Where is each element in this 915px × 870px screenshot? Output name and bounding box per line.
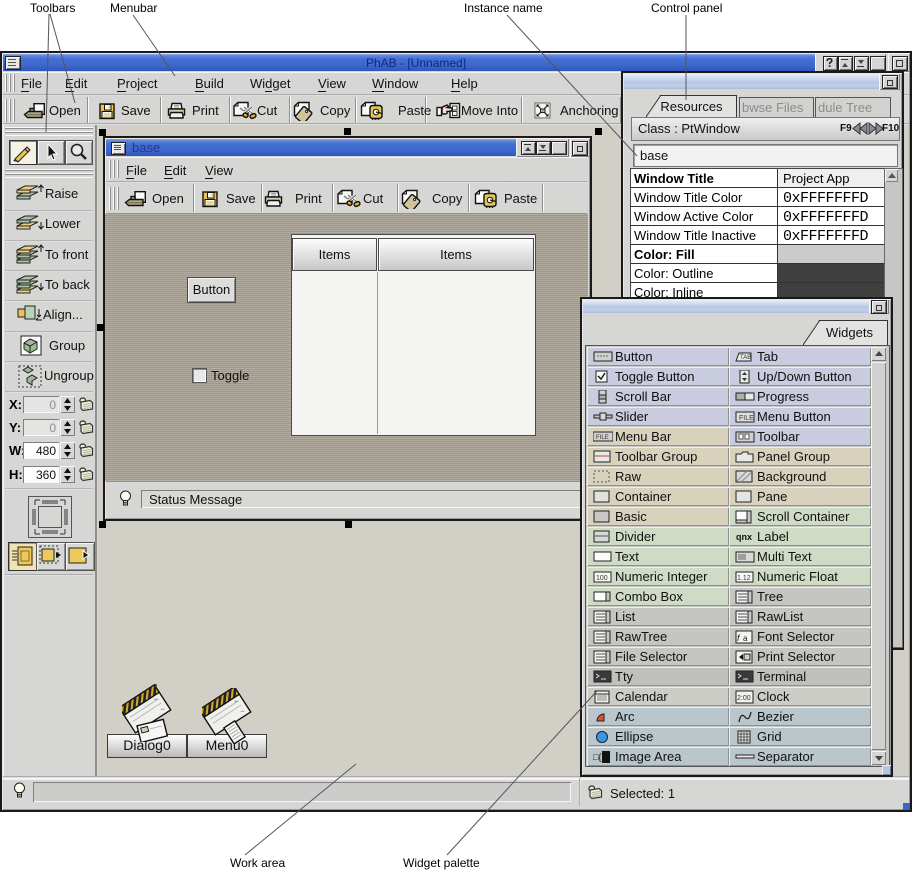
svg-text:100: 100 (596, 575, 608, 582)
svg-text:a: a (743, 634, 748, 643)
svg-text:qnx: qnx (736, 532, 752, 542)
svg-text:Menubar: Menubar (110, 1, 157, 15)
svg-text:1.12: 1.12 (737, 575, 751, 582)
svg-text:FILE: FILE (596, 435, 609, 441)
svg-text:FILE: FILE (739, 415, 754, 422)
svg-text:Control panel: Control panel (651, 1, 722, 15)
svg-text:Work area: Work area (230, 856, 285, 870)
svg-text:Toolbars: Toolbars (30, 1, 75, 15)
svg-text:2:00: 2:00 (737, 695, 751, 702)
svg-text:Instance name: Instance name (464, 1, 543, 15)
svg-text:TAB: TAB (740, 355, 751, 361)
svg-text:Widget palette: Widget palette (403, 856, 480, 870)
svg-text:□{: □{ (593, 752, 601, 762)
